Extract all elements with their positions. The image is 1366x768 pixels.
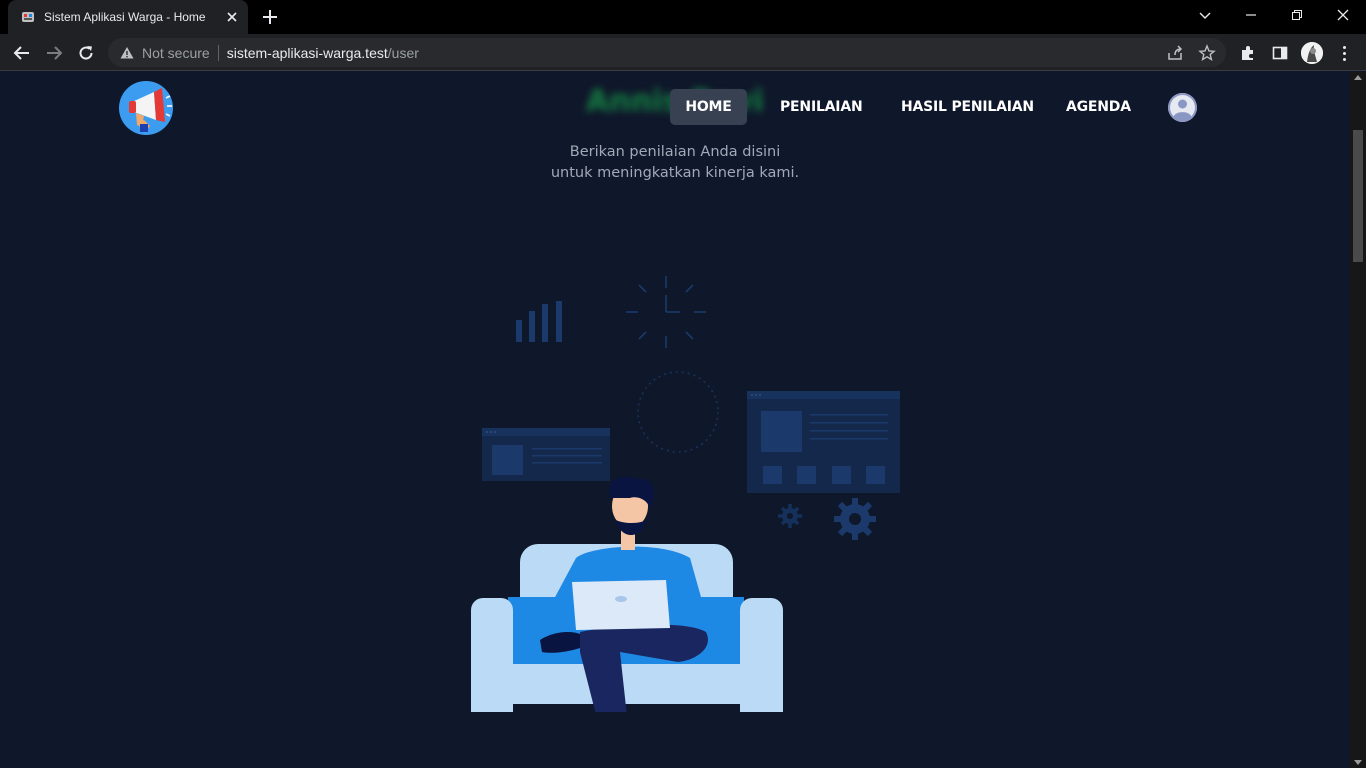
tagline-line-1: Berikan penilaian Anda disini xyxy=(569,144,781,160)
tagline-line-2: untuk meningkatkan kinerja kami. xyxy=(550,165,800,181)
new-tab-button[interactable] xyxy=(258,5,282,29)
browser-menu-icon[interactable] xyxy=(1336,42,1352,64)
gears-graphic xyxy=(778,498,876,540)
bar-chart-graphic xyxy=(516,301,562,342)
nav-home-label: HOME xyxy=(685,99,732,115)
user-avatar-icon[interactable] xyxy=(1168,93,1197,122)
nav-home[interactable]: HOME xyxy=(670,89,747,125)
scroll-down-icon[interactable] xyxy=(1354,760,1362,765)
extensions-icon[interactable] xyxy=(1238,43,1258,63)
address-divider xyxy=(217,44,219,61)
nav-hasil-penilaian-label: HASIL PENILAIAN xyxy=(901,99,1034,115)
scroll-thumb[interactable] xyxy=(1353,130,1363,262)
tab-search-icon[interactable] xyxy=(1182,0,1228,30)
warning-icon[interactable] xyxy=(120,46,134,60)
favicon-icon xyxy=(20,9,36,25)
tagline: Berikan penilaian Anda disini untuk meni… xyxy=(475,142,875,184)
browser-toolbar: Not secure sistem-aplikasi-warga.test/us… xyxy=(0,34,1366,71)
megaphone-logo-icon[interactable] xyxy=(118,80,174,136)
back-arrow-icon[interactable] xyxy=(8,39,36,67)
left-window-graphic xyxy=(482,428,610,481)
nav-penilaian[interactable]: PENILAIAN xyxy=(762,89,880,125)
tab-strip: Sistem Aplikasi Warga - Home xyxy=(0,0,1366,34)
nav-agenda[interactable]: AGENDA xyxy=(1048,89,1149,125)
forward-arrow-icon[interactable] xyxy=(40,39,68,67)
hero-illustration xyxy=(440,262,920,768)
nav-agenda-label: AGENDA xyxy=(1066,99,1131,115)
url-path: /user xyxy=(387,44,419,61)
scroll-up-icon[interactable] xyxy=(1354,75,1362,80)
reload-icon[interactable] xyxy=(72,39,100,67)
minimize-icon[interactable] xyxy=(1228,0,1274,30)
address-bar[interactable]: Not secure sistem-aplikasi-warga.test/us… xyxy=(108,38,1226,67)
browser-tab[interactable]: Sistem Aplikasi Warga - Home xyxy=(8,0,248,34)
clock-graphic xyxy=(626,276,719,453)
bookmark-star-icon[interactable] xyxy=(1198,44,1216,62)
close-window-icon[interactable] xyxy=(1320,0,1366,30)
side-panel-icon[interactable] xyxy=(1270,43,1290,63)
right-window-graphic xyxy=(747,391,900,493)
restore-icon[interactable] xyxy=(1274,0,1320,30)
url-host: sistem-aplikasi-warga.test xyxy=(226,44,388,61)
profile-avatar[interactable] xyxy=(1301,42,1323,64)
share-icon[interactable] xyxy=(1166,44,1184,62)
page-content: Annis Ravi HOME PENILAIAN HASIL PENILAIA… xyxy=(0,72,1350,768)
nav-hasil-penilaian[interactable]: HASIL PENILAIAN xyxy=(883,89,1052,125)
close-tab-icon[interactable] xyxy=(224,9,240,25)
page-scrollbar[interactable] xyxy=(1350,72,1366,768)
security-label[interactable]: Not secure xyxy=(142,45,210,61)
nav-penilaian-label: PENILAIAN xyxy=(780,99,863,115)
tab-title: Sistem Aplikasi Warga - Home xyxy=(44,10,206,24)
